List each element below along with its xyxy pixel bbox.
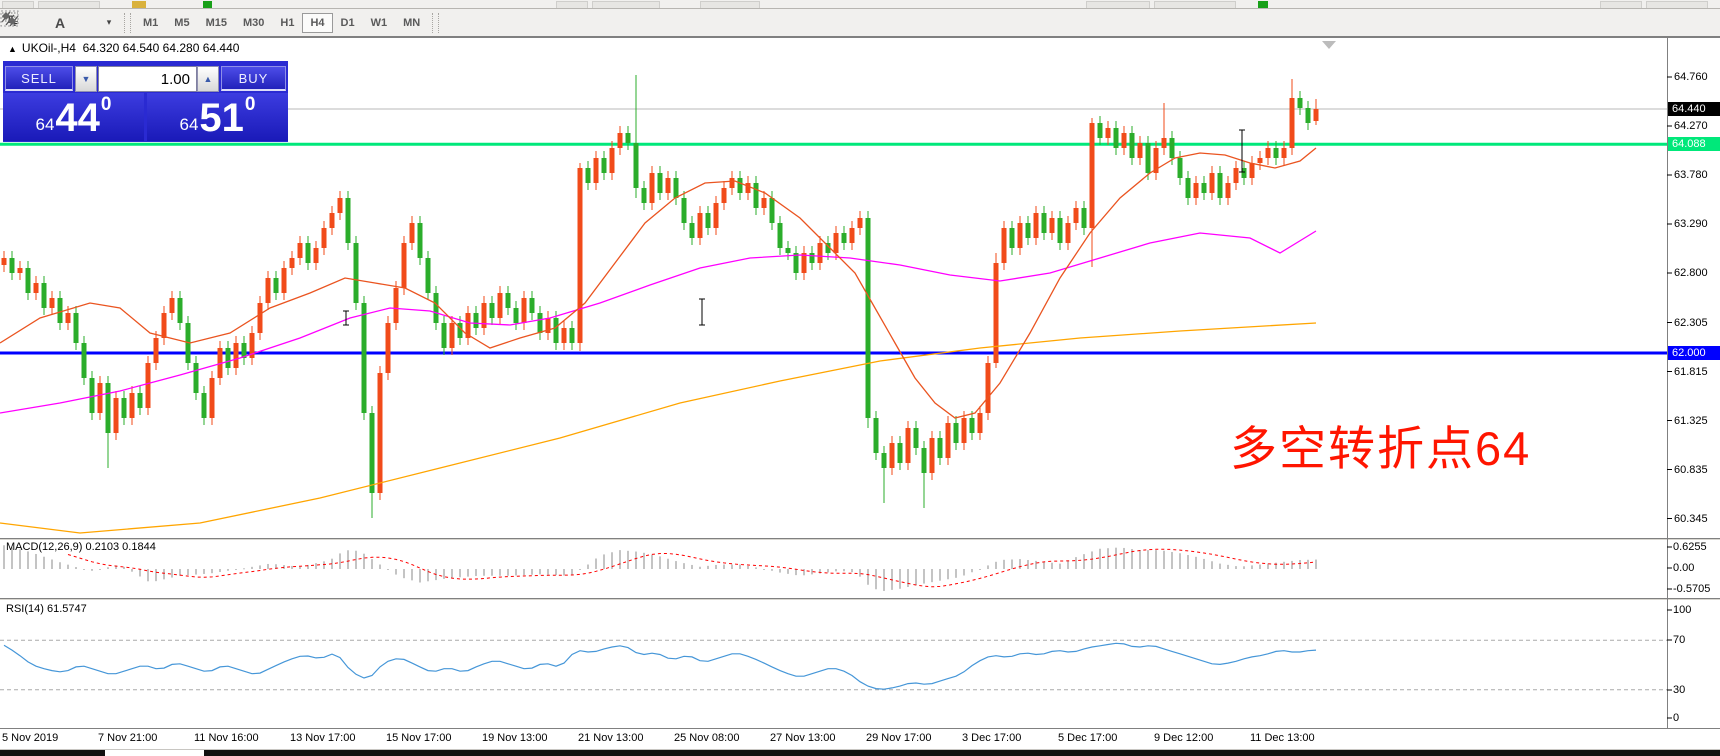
- object-marker: [343, 310, 349, 326]
- volume-input[interactable]: [98, 66, 197, 92]
- rsi-scale-label: 30: [1673, 684, 1686, 696]
- rsi-scale-label: 70: [1673, 634, 1686, 646]
- shift-marker: [1322, 41, 1336, 49]
- buy-button[interactable]: BUY: [221, 66, 286, 91]
- price-axis-label: 63.780: [1674, 169, 1708, 181]
- price-badge-current: 64.440: [1668, 102, 1720, 116]
- price-axis-label: 62.800: [1674, 267, 1708, 279]
- sell-price-pip: 0: [100, 94, 112, 115]
- macd-layer: [3, 545, 1317, 591]
- time-axis-label: 21 Nov 13:00: [578, 732, 644, 744]
- bottom-strip: [0, 750, 105, 756]
- time-axis-label: 15 Nov 17:00: [386, 732, 452, 744]
- sell-price-base: 64: [35, 115, 55, 134]
- buy-price-main: 51: [199, 96, 244, 140]
- symbol-title: UKOil-,H4: [21, 41, 76, 55]
- bottom-strip: [204, 750, 1720, 756]
- price-axis-label: 62.305: [1674, 316, 1708, 329]
- sell-price-main: 44: [55, 96, 100, 140]
- time-axis-label: 19 Nov 13:00: [482, 732, 548, 744]
- macd-scale-label: 0.00: [1673, 562, 1695, 574]
- buy-price-button[interactable]: 64 51 0: [147, 93, 288, 141]
- rsi-label: RSI(14) 61.5747: [6, 603, 87, 615]
- object-marker: [699, 298, 705, 326]
- time-axis-label: 13 Nov 17:00: [290, 732, 356, 744]
- time-axis-label: 25 Nov 08:00: [674, 732, 740, 744]
- rsi-layer: [0, 639, 1667, 691]
- macd-label: MACD(12,26,9) 0.2103 0.1844: [6, 541, 156, 553]
- price-badge-level: 62.000: [1668, 346, 1720, 360]
- macd-scale-label: 0.6255: [1673, 541, 1707, 553]
- level-lines-layer: [0, 108, 1667, 355]
- rsi-scale-label: 100: [1673, 604, 1692, 616]
- time-axis-label: 11 Dec 13:00: [1250, 732, 1315, 744]
- price-axis-label: 61.815: [1674, 365, 1708, 378]
- time-axis-label: 5 Nov 2019: [2, 732, 59, 744]
- sell-price-button[interactable]: 64 44 0: [3, 93, 144, 141]
- time-axis-label: 11 Nov 16:00: [194, 732, 259, 744]
- time-axis-label: 27 Nov 13:00: [770, 732, 836, 744]
- sell-button[interactable]: SELL: [5, 66, 73, 91]
- price-axis-label: 63.290: [1674, 218, 1708, 230]
- time-axis-label: 5 Dec 17:00: [1058, 732, 1118, 744]
- panel-toggle-icon[interactable]: ▲: [8, 44, 17, 54]
- time-axis-label: 9 Dec 12:00: [1154, 732, 1214, 744]
- buy-price-base: 64: [179, 115, 199, 134]
- mt4-terminal: E F A T ▾ M1M5M15M30H1H4D1W1MN ▲UKOil-,H…: [0, 0, 1720, 756]
- ohlc-values: 64.320 64.540 64.280 64.440: [82, 41, 240, 55]
- price-badge-level: 64.088: [1668, 137, 1720, 152]
- price-axis-label: 64.270: [1674, 120, 1708, 132]
- volume-decrease-button[interactable]: ▼: [75, 66, 97, 92]
- chart-text-annotation[interactable]: 多空转折点64: [1230, 410, 1531, 479]
- volume-increase-button[interactable]: ▲: [197, 66, 219, 92]
- price-axis-label: 64.760: [1674, 71, 1708, 83]
- price-axis-label: 60.345: [1674, 512, 1708, 525]
- rsi-scale-label: 0: [1673, 712, 1680, 724]
- macd-scale-label: -0.5705: [1673, 583, 1711, 595]
- bottom-strip: [105, 750, 204, 756]
- time-axis-label: 7 Nov 21:00: [98, 732, 158, 744]
- time-axis-label: 3 Dec 17:00: [962, 732, 1022, 744]
- price-axis-label: 61.325: [1674, 414, 1708, 427]
- one-click-trading-panel: SELL ▼ ▲ BUY 64440 64510: [3, 61, 288, 142]
- chart-header: ▲ UKOil-,H4 64.320 64.540 64.280 64.440: [8, 41, 239, 55]
- buy-price-pip: 0: [244, 94, 256, 115]
- price-axis-label: 60.835: [1674, 463, 1708, 476]
- time-axis-label: 29 Nov 17:00: [866, 732, 932, 744]
